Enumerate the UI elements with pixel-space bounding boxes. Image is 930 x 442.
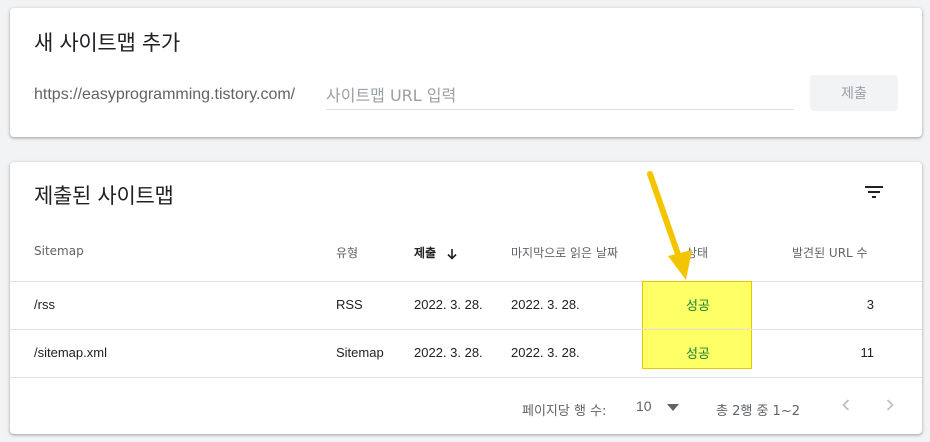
row-discovered-cell: 3 bbox=[866, 297, 874, 312]
chevron-right-icon[interactable] bbox=[878, 393, 902, 417]
column-header-discovered-urls[interactable]: 발견된 URL 수 bbox=[792, 244, 868, 261]
dropdown-icon[interactable] bbox=[667, 404, 679, 412]
column-header-submitted-label: 제출 bbox=[414, 246, 437, 260]
rows-per-page-label: 페이지당 행 수: bbox=[522, 404, 607, 419]
row-type-cell: Sitemap bbox=[336, 345, 384, 360]
header-divider bbox=[10, 281, 922, 282]
add-sitemap-title: 새 사이트맵 추가 bbox=[34, 31, 180, 55]
rows-per-page-select[interactable]: 10 bbox=[636, 398, 652, 414]
annotation-arrow-icon bbox=[647, 171, 692, 280]
row-sitemap-cell[interactable]: /rss bbox=[34, 297, 55, 312]
row-last-read-cell: 2022. 3. 28. bbox=[511, 297, 580, 312]
row-status-cell: 성공 bbox=[686, 299, 710, 314]
sitemap-url-input[interactable] bbox=[326, 84, 794, 110]
column-header-type[interactable]: 유형 bbox=[336, 244, 358, 261]
submit-button[interactable]: 제출 bbox=[810, 75, 898, 111]
row-submitted-cell: 2022. 3. 28. bbox=[414, 345, 483, 360]
arrow-down-icon bbox=[447, 248, 457, 260]
row-discovered-cell: 11 bbox=[860, 345, 875, 360]
filter-icon[interactable] bbox=[862, 180, 886, 204]
submitted-sitemaps-title: 제출된 사이트맵 bbox=[34, 184, 174, 208]
row-submitted-cell: 2022. 3. 28. bbox=[414, 297, 483, 312]
row-divider bbox=[10, 329, 922, 330]
submitted-sitemaps-card: 제출된 사이트맵 Sitemap 유형 제출 마지막으로 읽은 날짜 상태 발견… bbox=[10, 162, 922, 434]
row-type-cell: RSS bbox=[336, 297, 363, 312]
pagination-range: 총 2행 중 1~2 bbox=[716, 404, 800, 419]
row-last-read-cell: 2022. 3. 28. bbox=[511, 345, 580, 360]
add-sitemap-card: 새 사이트맵 추가 https://easyprogramming.tistor… bbox=[10, 8, 922, 137]
row-status-cell: 성공 bbox=[686, 347, 710, 362]
sitemap-url-prefix: https://easyprogramming.tistory.com/ bbox=[34, 86, 296, 103]
chevron-left-icon[interactable] bbox=[834, 393, 858, 417]
row-sitemap-cell[interactable]: /sitemap.xml bbox=[34, 345, 107, 360]
column-header-last-read[interactable]: 마지막으로 읽은 날짜 bbox=[511, 244, 618, 261]
column-header-submitted[interactable]: 제출 bbox=[414, 244, 458, 261]
row-divider bbox=[10, 377, 922, 378]
column-header-sitemap[interactable]: Sitemap bbox=[34, 244, 84, 258]
